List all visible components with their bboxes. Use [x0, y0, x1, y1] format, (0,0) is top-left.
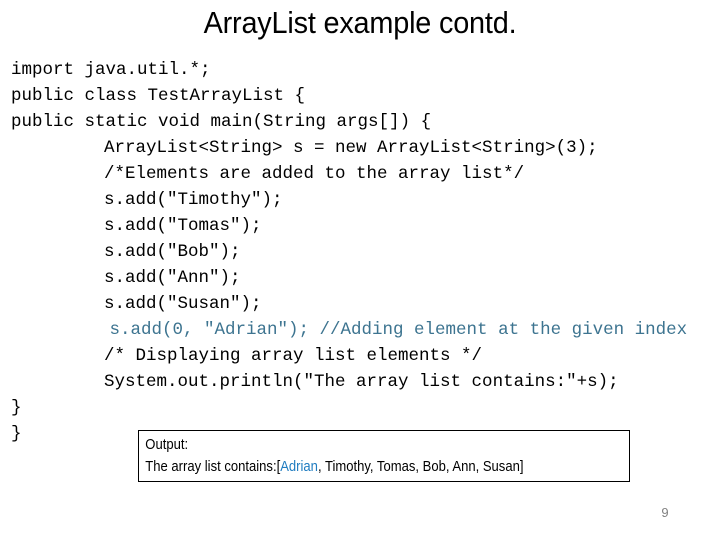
- code-line: /*Elements are added to the array list*/: [104, 164, 525, 184]
- code-line: s.add("Ann");: [104, 268, 241, 288]
- slide-canvas: ArrayList example contd. import java.uti…: [0, 0, 720, 540]
- output-result-suffix: , Timothy, Tomas, Bob, Ann, Susan]: [317, 459, 524, 475]
- code-line: import java.util.*;: [11, 60, 211, 80]
- code-line: s.add("Bob");: [104, 242, 241, 262]
- page-number: 9: [661, 505, 669, 520]
- output-result: The array list contains:[Adrian, Timothy…: [139, 456, 580, 478]
- code-line: }: [11, 398, 22, 418]
- code-line: ArrayList<String> s = new ArrayList<Stri…: [104, 138, 598, 158]
- code-line: public class TestArrayList {: [11, 86, 306, 106]
- output-highlighted-item: Adrian: [280, 459, 318, 475]
- code-line: public static void main(String args[]) {: [11, 112, 432, 132]
- code-line: s.add("Susan");: [104, 294, 262, 314]
- code-block: import java.util.*; public class TestArra…: [0, 57, 720, 447]
- code-line: s.add("Tomas");: [104, 216, 262, 236]
- page-title: ArrayList example contd.: [203, 5, 517, 40]
- code-line: s.add(0, "Adrian"); //Adding element at …: [99, 320, 688, 340]
- output-box: Output: The array list contains:[Adrian,…: [138, 430, 630, 482]
- output-label: Output:: [145, 437, 189, 453]
- code-line: System.out.println("The array list conta…: [104, 372, 619, 392]
- output-result-prefix: The array list contains:[: [145, 459, 281, 475]
- code-line: /* Displaying array list elements */: [104, 346, 483, 366]
- code-line: s.add("Timothy");: [104, 190, 283, 210]
